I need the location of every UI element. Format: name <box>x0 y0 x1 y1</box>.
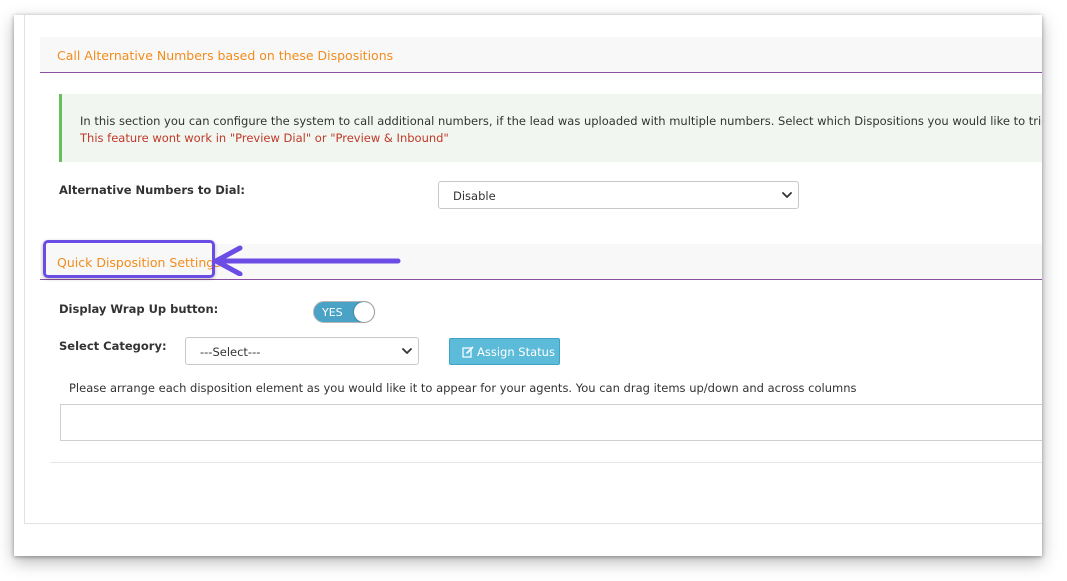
alt-numbers-select[interactable]: Disable <box>438 181 799 209</box>
assign-status-label: Assign Status <box>477 345 555 359</box>
arrange-hint: Please arrange each disposition element … <box>69 381 857 395</box>
wrap-up-label: Display Wrap Up button: <box>59 302 219 316</box>
disposition-drop-area[interactable] <box>60 404 1042 441</box>
wrap-up-toggle[interactable]: YES <box>313 301 375 323</box>
browser-window: Call Alternative Numbers based on these … <box>14 15 1042 556</box>
toggle-knob <box>354 302 374 322</box>
alt-numbers-select-value: Disable <box>453 189 496 203</box>
alt-numbers-section-title: Call Alternative Numbers based on these … <box>57 48 394 63</box>
category-select[interactable]: ---Select--- <box>185 337 419 365</box>
category-select-value: ---Select--- <box>200 345 261 359</box>
chevron-down-icon <box>782 192 792 198</box>
assign-status-button[interactable]: Assign Status <box>449 338 560 365</box>
edit-icon <box>462 346 474 358</box>
category-label: Select Category: <box>59 339 167 353</box>
alt-numbers-label: Alternative Numbers to Dial: <box>59 183 246 197</box>
annotation-highlight-box <box>43 240 215 278</box>
arrow-left-icon <box>213 245 401 276</box>
chevron-down-icon <box>402 348 412 354</box>
wrap-up-toggle-label: YES <box>322 306 343 319</box>
info-text: In this section you can configure the sy… <box>80 114 1042 128</box>
divider <box>50 462 1042 463</box>
warning-text: This feature wont work in "Preview Dial"… <box>80 131 449 145</box>
info-alert: In this section you can configure the sy… <box>59 94 1042 162</box>
alt-numbers-section-header: Call Alternative Numbers based on these … <box>40 37 1042 73</box>
